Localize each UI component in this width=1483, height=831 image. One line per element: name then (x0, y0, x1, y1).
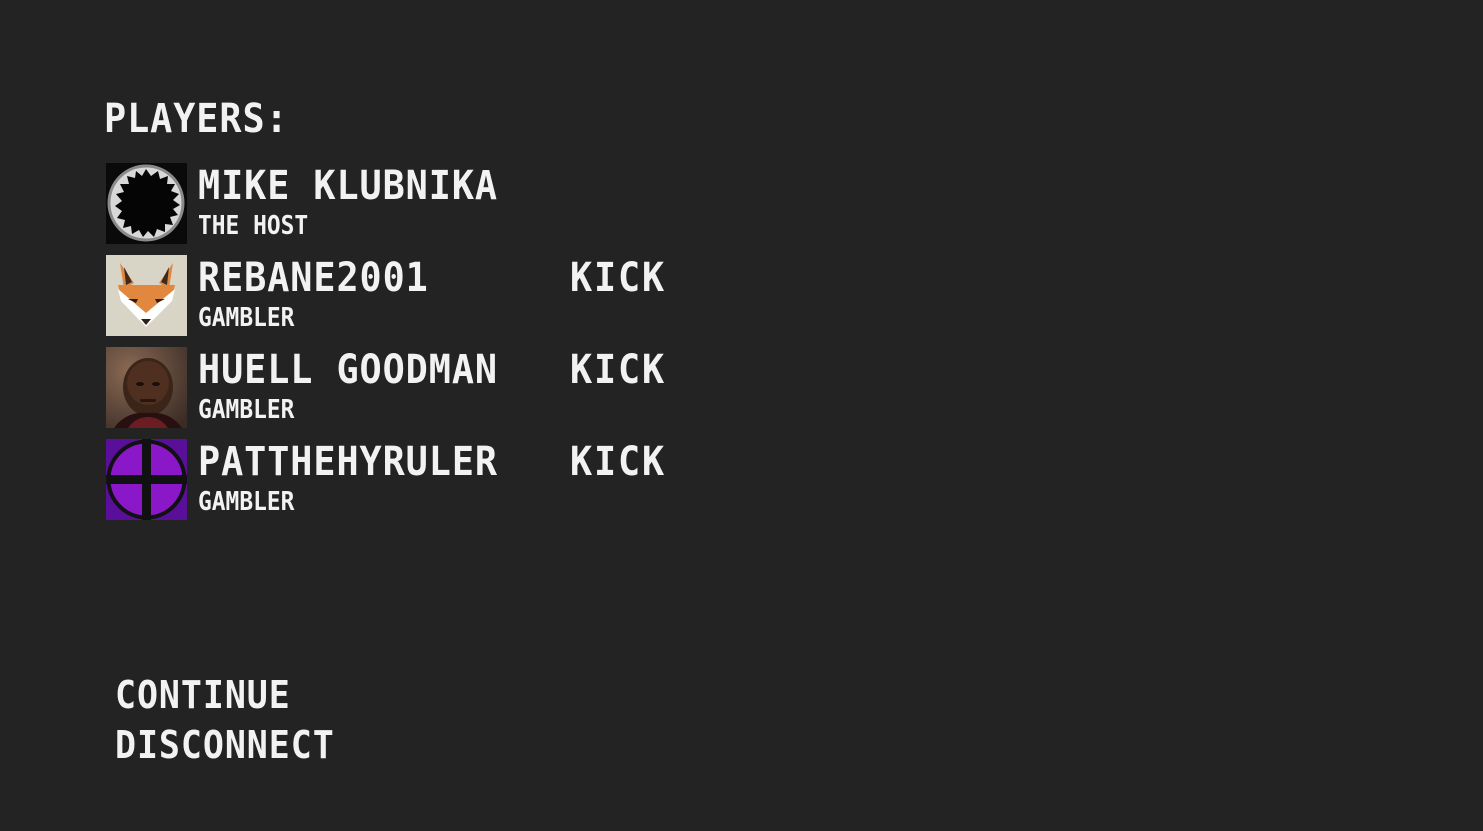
player-row: MIKE KLUBNIKA THE HOST (106, 163, 706, 245)
player-role: THE HOST (198, 211, 309, 241)
fox-avatar (106, 255, 187, 336)
players-heading: PLAYERS: (104, 96, 289, 142)
kick-button[interactable]: KICK (570, 439, 666, 485)
player-row: REBANE2001 GAMBLER KICK (106, 255, 706, 337)
player-role: GAMBLER (198, 487, 295, 517)
player-name: HUELL GOODMAN (198, 347, 498, 393)
kick-button[interactable]: KICK (570, 255, 666, 301)
player-row: HUELL GOODMAN GAMBLER KICK (106, 347, 706, 429)
player-row: PATTHEHYRULER GAMBLER KICK (106, 439, 706, 521)
continue-button[interactable]: CONTINUE (115, 673, 291, 717)
player-name: MIKE KLUBNIKA (198, 163, 498, 209)
black-hole-avatar (106, 163, 187, 244)
disconnect-button[interactable]: DISCONNECT (115, 723, 335, 767)
player-name: PATTHEHYRULER (198, 439, 498, 485)
kick-button[interactable]: KICK (570, 347, 666, 393)
purple-crosshair-avatar (106, 439, 187, 520)
player-role: GAMBLER (198, 303, 295, 333)
man-portrait-avatar (106, 347, 187, 428)
player-role: GAMBLER (198, 395, 295, 425)
player-name: REBANE2001 (198, 255, 429, 301)
